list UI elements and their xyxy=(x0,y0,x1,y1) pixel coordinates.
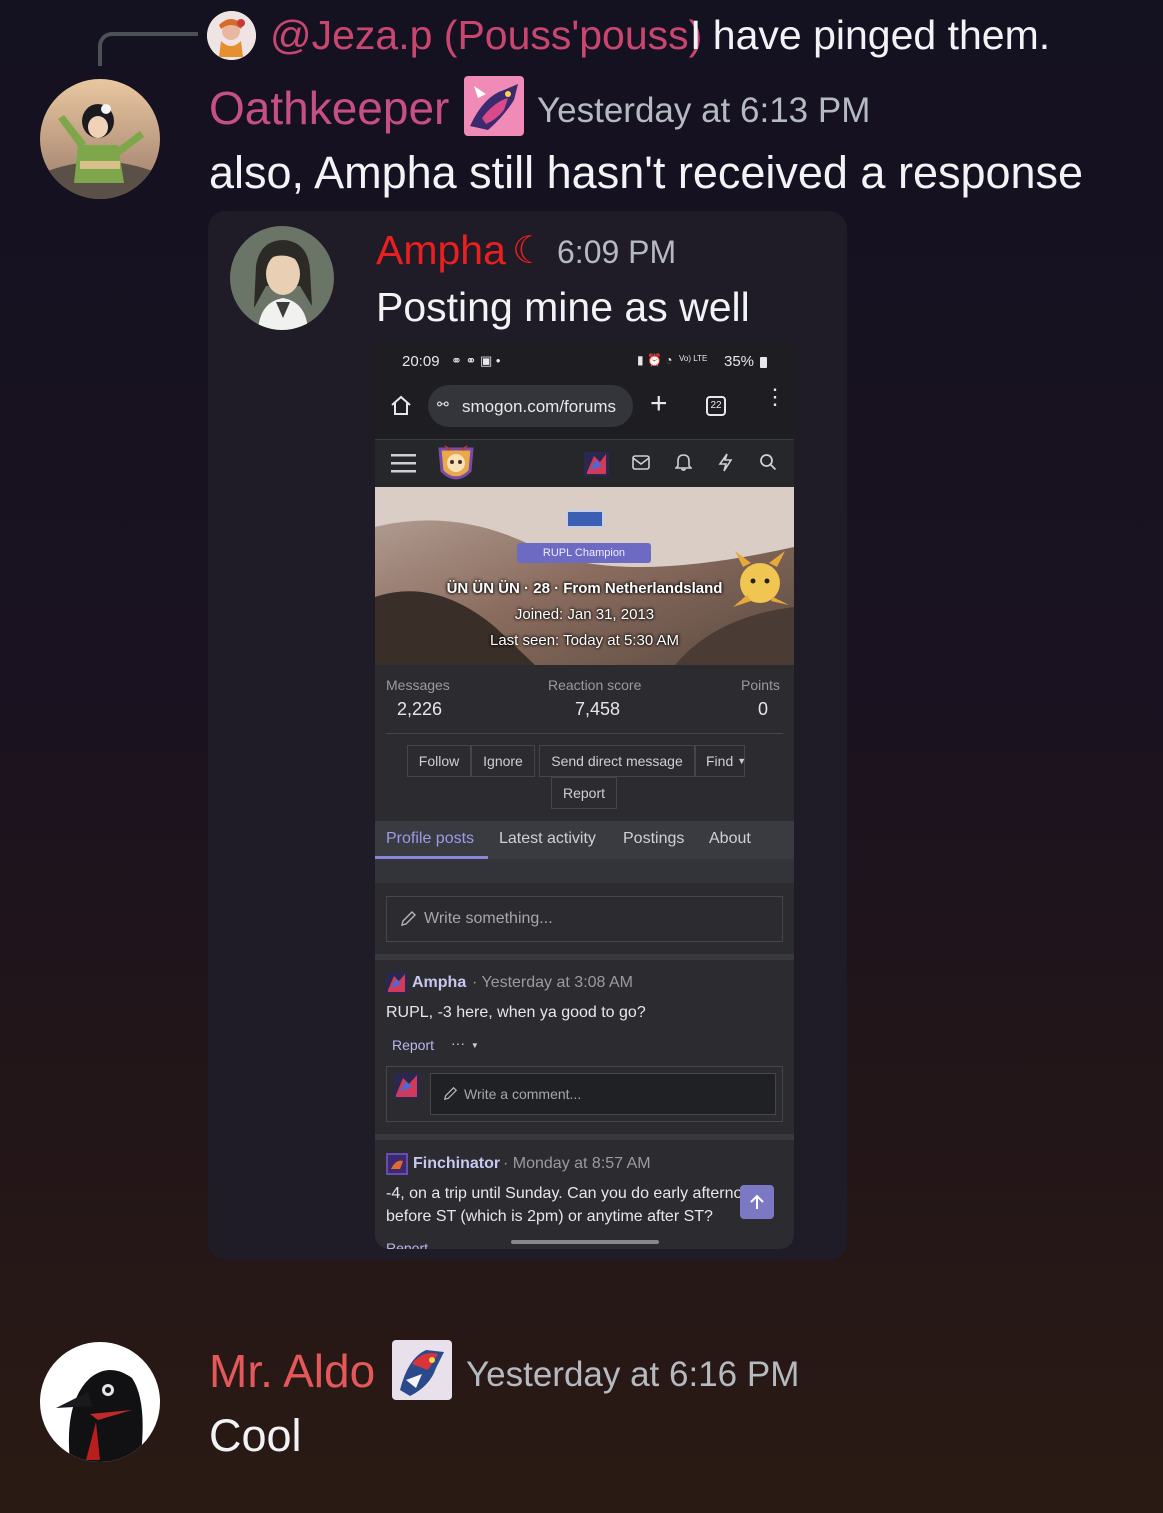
url-bar[interactable]: ⚯ smogon.com/forums xyxy=(428,385,633,427)
post-body-line: before ST (which is 2pm) or anytime afte… xyxy=(386,1208,713,1225)
stat-label-messages: Messages xyxy=(386,677,450,693)
post-body: RUPL, -3 here, when ya good to go? xyxy=(386,1004,646,1021)
reply-avatar[interactable] xyxy=(207,11,256,60)
moon-icon: ☾ xyxy=(512,230,547,272)
comment-box: Write a comment... xyxy=(386,1066,783,1122)
timestamp: Yesterday at 6:13 PM xyxy=(537,91,871,130)
chevron-down-icon: ▼ xyxy=(737,756,747,766)
battery-level: 35% xyxy=(724,353,755,370)
home-icon[interactable] xyxy=(389,394,413,423)
tab-postings[interactable]: Postings xyxy=(623,830,684,848)
message-text: also, Ampha still hasn't received a resp… xyxy=(209,147,1084,198)
post-meta[interactable]: · Monday at 8:57 AM xyxy=(503,1155,651,1173)
post-meta[interactable]: · Yesterday at 3:08 AM xyxy=(472,974,633,992)
embed-timestamp: 6:09 PM xyxy=(557,234,677,270)
post-author[interactable]: Ampha xyxy=(412,974,466,992)
comment-placeholder: Write a comment... xyxy=(464,1086,582,1102)
profile-badge: RUPL Champion xyxy=(517,543,651,563)
post-author-avatar[interactable] xyxy=(386,972,408,999)
bell-icon[interactable] xyxy=(674,453,693,476)
avatar[interactable] xyxy=(40,1342,160,1462)
image-attachment[interactable]: 20:09 ⚭ ⚭ ▣ • ▮ ⏰ ◔ Vo) LTE 35% ⚯ smogon… xyxy=(375,341,794,1249)
forum-header xyxy=(375,439,794,487)
write-something-input[interactable]: Write something... xyxy=(386,896,783,942)
reply-text[interactable]: I have pinged them. xyxy=(690,12,1050,59)
divider xyxy=(386,733,783,734)
profile-info: ÜN ÜN ÜN · 28 · From Netherlandsland xyxy=(446,580,723,597)
pencil-icon xyxy=(400,910,417,932)
status-time: 20:09 xyxy=(402,353,440,370)
follow-button[interactable]: Follow xyxy=(407,745,471,777)
post-separator xyxy=(375,1134,794,1140)
more-menu[interactable]: ··· ▼ xyxy=(451,1035,479,1051)
stat-value-messages[interactable]: 2,226 xyxy=(397,699,442,720)
battery-icon xyxy=(760,357,767,368)
role-badge-icon[interactable] xyxy=(464,76,524,136)
username[interactable]: Mr. Aldo xyxy=(209,1344,375,1398)
tab-about[interactable]: About xyxy=(709,830,751,848)
network-label: Vo) LTE xyxy=(679,354,708,363)
commenter-avatar xyxy=(394,1073,420,1104)
tab-spacer xyxy=(375,859,794,883)
status-bar: 20:09 ⚭ ⚭ ▣ • ▮ ⏰ ◔ Vo) LTE 35% xyxy=(375,341,794,385)
stat-label-points: Points xyxy=(741,677,780,693)
tab-count-icon[interactable]: 22 xyxy=(706,396,726,416)
lightning-icon[interactable] xyxy=(718,453,733,477)
stat-value-points[interactable]: 0 xyxy=(758,699,768,720)
username[interactable]: Oathkeeper xyxy=(209,81,449,135)
new-tab-icon[interactable]: + xyxy=(650,389,668,419)
write-placeholder: Write something... xyxy=(424,910,553,927)
role-badge-icon[interactable] xyxy=(392,1340,452,1400)
ignore-button[interactable]: Ignore xyxy=(471,745,535,777)
user-avatar-icon[interactable] xyxy=(584,452,609,481)
more-icon: ··· xyxy=(451,1035,465,1051)
profile-banner: RUPL Champion ÜN ÜN ÜN · 28 · From Nethe… xyxy=(375,487,794,665)
embed-avatar[interactable] xyxy=(230,226,334,330)
menu-icon[interactable]: ⋮ xyxy=(764,386,786,408)
scroll-top-button[interactable] xyxy=(740,1185,774,1219)
flair-icons xyxy=(567,511,603,527)
post-separator xyxy=(375,954,794,960)
report-button[interactable]: Report xyxy=(551,777,617,809)
pencil-icon xyxy=(443,1086,458,1106)
site-logo-icon[interactable] xyxy=(436,443,476,490)
write-comment-input[interactable]: Write a comment... xyxy=(430,1073,776,1115)
embed-username[interactable]: Ampha xyxy=(376,227,506,274)
embed-text: Posting mine as well xyxy=(376,284,750,330)
stat-value-reactions[interactable]: 7,458 xyxy=(575,699,620,720)
search-icon[interactable] xyxy=(759,453,777,476)
profile-joined: Joined: Jan 31, 2013 xyxy=(514,606,655,623)
url-text[interactable]: smogon.com/forums xyxy=(462,397,616,417)
mail-icon[interactable] xyxy=(632,455,650,475)
message-text: Cool xyxy=(209,1410,302,1461)
reply-connector xyxy=(98,32,198,66)
stat-label-reactions: Reaction score xyxy=(548,677,642,693)
home-indicator xyxy=(511,1240,659,1244)
profile-last-seen: Last seen: Today at 5:30 AM xyxy=(489,632,680,649)
chevron-down-icon: ▼ xyxy=(470,1041,479,1050)
find-label: Find xyxy=(706,753,734,769)
tab-profile-posts[interactable]: Profile posts xyxy=(386,830,474,848)
avatar[interactable] xyxy=(40,79,160,199)
profile-tabs: Profile posts Latest activity Postings A… xyxy=(375,821,794,859)
post-body-line: -4, on a trip until Sunday. Can you do e… xyxy=(386,1185,761,1202)
system-icons: ▮ ⏰ ◔ xyxy=(637,353,673,367)
hamburger-icon[interactable] xyxy=(391,453,416,478)
find-button[interactable]: Find ▼ xyxy=(695,745,747,777)
send-dm-button[interactable]: Send direct message xyxy=(539,745,695,777)
browser-toolbar: ⚯ smogon.com/forums + 22 ⋮ xyxy=(375,385,794,439)
post-author[interactable]: Finchinator xyxy=(413,1155,500,1173)
timestamp: Yesterday at 6:16 PM xyxy=(466,1355,800,1394)
reply-mention[interactable]: @Jeza.p (Pouss'pouss) xyxy=(270,12,702,59)
post-author-avatar[interactable] xyxy=(386,1153,408,1180)
site-settings-icon[interactable]: ⚯ xyxy=(437,396,449,413)
post-report-link[interactable]: Report xyxy=(386,1240,428,1249)
post-report-link[interactable]: Report xyxy=(392,1037,434,1053)
notification-icons: ⚭ ⚭ ▣ • xyxy=(451,353,501,368)
tab-latest-activity[interactable]: Latest activity xyxy=(499,830,596,848)
